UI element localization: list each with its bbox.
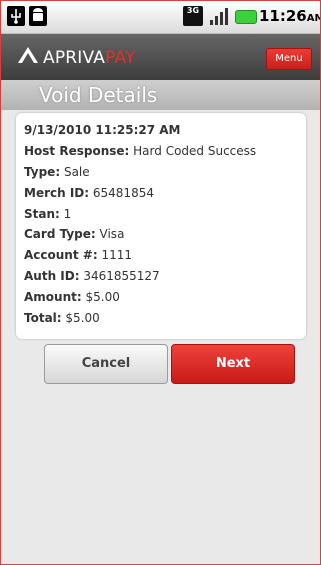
usb-icon <box>7 6 25 26</box>
card-type-value: Visa <box>99 227 125 242</box>
merch-id-row: Merch ID: 65481854 <box>24 183 256 204</box>
network-label: 3G <box>186 6 200 15</box>
details-list: 9/13/2010 11:25:27 AM Host Response: Har… <box>24 120 256 329</box>
card-type-label: Card Type: <box>24 227 96 242</box>
brand-accent: PAY <box>105 48 136 68</box>
battery-icon <box>235 10 257 24</box>
void-details-card: 9/13/2010 11:25:27 AM Host Response: Har… <box>16 113 306 339</box>
account-row: Account #: 1111 <box>24 245 256 266</box>
auth-id-row: Auth ID: 3461855127 <box>24 266 256 287</box>
brand-primary: APRIVA <box>43 48 106 68</box>
auth-id-value: 3461855127 <box>83 269 160 284</box>
android-debug-icon <box>29 6 47 26</box>
host-response-label: Host Response: <box>24 143 130 158</box>
signal-icon <box>209 6 229 26</box>
cancel-button[interactable]: Cancel <box>44 344 168 384</box>
host-response-row: Host Response: Hard Coded Success <box>24 141 256 162</box>
app-screen: 3G 11:26AM APRIVAPAY Menu Void Details 9… <box>0 0 321 565</box>
timestamp-row: 9/13/2010 11:25:27 AM <box>24 120 256 141</box>
stan-row: Stan: 1 <box>24 204 256 225</box>
merch-id-value: 65481854 <box>92 185 154 200</box>
timestamp: 9/13/2010 11:25:27 AM <box>24 123 181 137</box>
stan-value: 1 <box>63 206 72 221</box>
total-row: Total: $5.00 <box>24 308 256 329</box>
stan-label: Stan: <box>24 206 60 221</box>
clock-ampm: AM <box>306 13 320 24</box>
merch-id-label: Merch ID: <box>24 185 90 200</box>
account-label: Account #: <box>24 248 98 263</box>
total-value: $5.00 <box>65 311 100 326</box>
amount-label: Amount: <box>24 290 82 305</box>
brand-logo: APRIVAPAY <box>43 48 136 68</box>
clock-time: 11:26 <box>259 7 307 25</box>
3g-network-icon: 3G <box>183 6 203 26</box>
amount-row: Amount: $5.00 <box>24 287 256 308</box>
type-value: Sale <box>63 164 90 179</box>
app-header: APRIVAPAY Menu <box>1 34 320 80</box>
next-button[interactable]: Next <box>171 344 295 384</box>
type-label: Type: <box>24 164 61 179</box>
auth-id-label: Auth ID: <box>24 269 80 284</box>
apriva-logo-icon <box>18 47 38 63</box>
host-response-value: Hard Coded Success <box>133 143 257 158</box>
status-clock: 11:26AM <box>259 7 320 25</box>
total-label: Total: <box>24 311 62 326</box>
page-title: Void Details <box>39 83 158 107</box>
menu-button[interactable]: Menu <box>266 48 312 70</box>
account-value: 1111 <box>101 248 132 263</box>
amount-value: $5.00 <box>85 290 120 305</box>
card-type-row: Card Type: Visa <box>24 224 256 245</box>
type-row: Type: Sale <box>24 162 256 183</box>
status-bar: 3G 11:26AM <box>1 1 320 34</box>
